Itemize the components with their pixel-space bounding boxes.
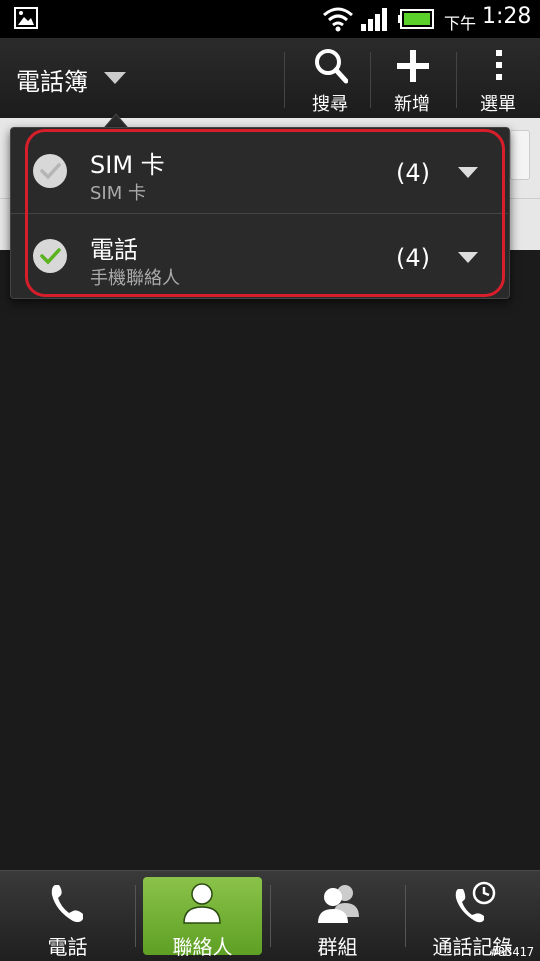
action-bar: 電話簿 搜尋 新增 選單 <box>0 38 540 119</box>
popup-pointer <box>104 113 128 128</box>
wifi-icon <box>323 7 353 32</box>
highlight-annotation <box>25 129 505 297</box>
call-history-icon <box>455 881 496 923</box>
add-label: 新增 <box>394 94 430 115</box>
signal-strength-icon <box>361 8 387 31</box>
tab-contacts[interactable]: 聯絡人 <box>135 871 270 961</box>
menu-button[interactable]: 選單 <box>458 38 538 118</box>
menu-label: 選單 <box>480 94 516 115</box>
dropdown-caret-icon[interactable] <box>104 72 126 86</box>
tab-label: 聯絡人 <box>172 935 233 959</box>
add-button[interactable]: 新增 <box>372 38 452 118</box>
watermark: #83417 <box>490 945 534 959</box>
divider <box>284 52 285 108</box>
tab-label: 電話 <box>47 935 88 959</box>
bottom-tab-bar: 電話 聯絡人 群組 通話記錄 #83417 <box>0 870 540 961</box>
tab-phone[interactable]: 電話 <box>0 871 135 961</box>
clock: 1:28 <box>482 4 532 29</box>
person-icon <box>183 883 221 924</box>
battery-icon <box>398 9 434 29</box>
scroll-index <box>510 130 530 180</box>
tab-groups[interactable]: 群組 <box>270 871 405 961</box>
image-notification-icon <box>14 7 38 29</box>
time-ampm: 下午 <box>444 14 477 33</box>
search-label: 搜尋 <box>312 94 348 115</box>
phone-icon <box>51 885 83 923</box>
plus-icon <box>397 50 429 82</box>
search-button[interactable]: 搜尋 <box>290 38 370 118</box>
divider <box>370 52 371 108</box>
search-icon <box>315 49 348 84</box>
status-bar: 下午 1:28 <box>0 0 540 38</box>
divider <box>456 52 457 108</box>
tab-label: 群組 <box>317 935 358 959</box>
page-title[interactable]: 電話簿 <box>16 62 88 97</box>
group-icon <box>318 885 359 923</box>
overflow-menu-icon <box>496 50 502 80</box>
